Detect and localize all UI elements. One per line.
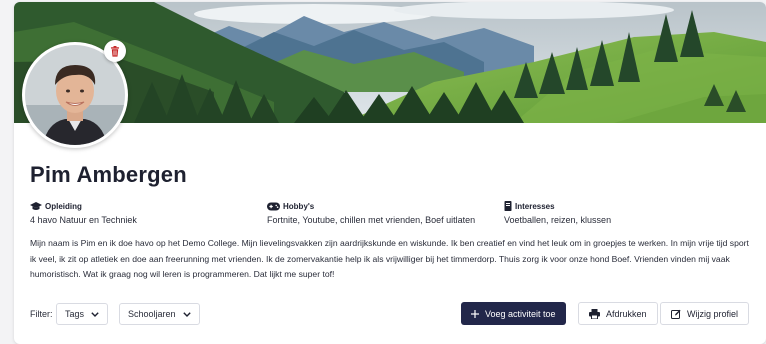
interests-label: Interesses [515,201,555,211]
print-button[interactable]: Afdrukken [578,302,658,325]
trash-icon [111,45,119,57]
schoolyears-dropdown-label: Schooljaren [128,309,176,319]
printer-icon [589,308,600,319]
filter-label: Filter: [30,309,53,319]
edit-profile-label: Wijzig profiel [687,308,739,319]
chevron-down-icon [91,311,99,317]
tags-dropdown[interactable]: Tags [56,303,109,325]
book-icon [504,201,512,211]
add-activity-label: Voeg activiteit toe [485,308,556,319]
education-label: Opleiding [45,201,82,211]
info-interests: Interesses Voetballen, reizen, klussen [504,201,611,225]
education-value: 4 havo Natuur en Techniek [30,215,137,225]
tags-dropdown-label: Tags [65,309,85,319]
info-hobbies: Hobby's Fortnite, Youtube, chillen met v… [267,201,475,225]
profile-name: Pim Ambergen [30,162,187,187]
gamepad-icon [267,202,280,210]
print-label: Afdrukken [606,308,647,319]
add-activity-button[interactable]: Voeg activiteit toe [461,302,566,325]
hobbies-label: Hobby's [283,201,315,211]
schoolyears-dropdown[interactable]: Schooljaren [119,303,200,325]
hobbies-value: Fortnite, Youtube, chillen met vrienden,… [267,215,476,225]
delete-photo-button[interactable] [104,40,126,62]
edit-icon [671,309,681,319]
chevron-down-icon [182,311,191,317]
info-education: Opleiding 4 havo Natuur en Techniek [30,201,137,225]
graduation-cap-icon [30,201,42,210]
interests-value: Voetballen, reizen, klussen [504,215,612,225]
edit-profile-button[interactable]: Wijzig profiel [660,302,750,325]
profile-bio: Mijn naam is Pim en ik doe havo op het D… [30,238,749,280]
profile-card: Pim Ambergen Opleiding 4 havo Natuur en … [14,2,766,344]
plus-icon [471,309,479,318]
profile-toolbar: Filter: Tags Schooljaren Voeg activiteit… [30,302,752,325]
